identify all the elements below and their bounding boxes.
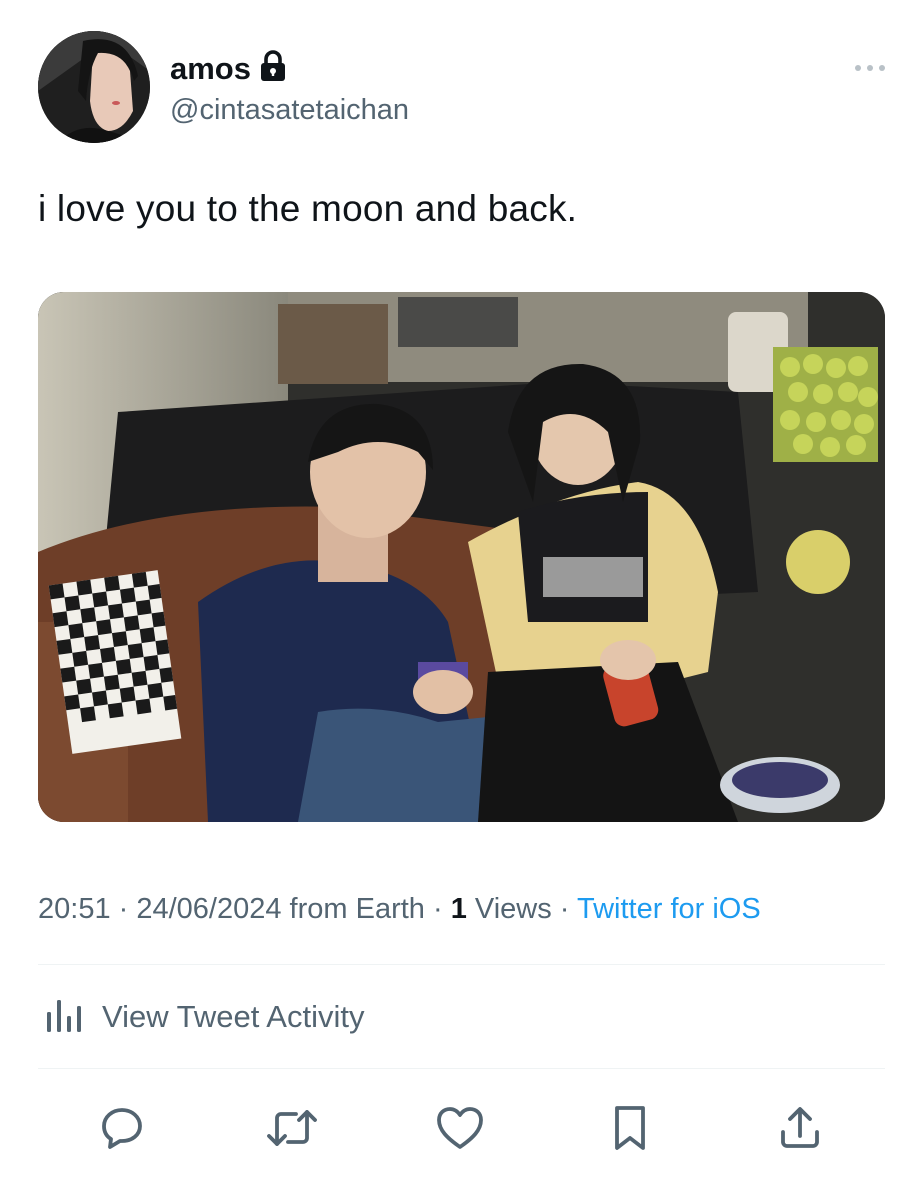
avatar-image [38, 31, 150, 143]
tweet-action-bar [0, 1100, 924, 1156]
meta-separator: · [424, 893, 451, 925]
tweet-meta: 20:51 · 24/06/2024 from Earth · 1 Views … [38, 893, 761, 926]
display-name[interactable]: amos [170, 51, 251, 87]
bookmark-icon [615, 1106, 645, 1150]
meta-separator: · [551, 893, 577, 925]
reply-icon [102, 1108, 142, 1149]
author-name-row: amos [170, 50, 287, 87]
divider [38, 1068, 885, 1069]
avatar[interactable] [38, 31, 150, 143]
more-options-icon[interactable] [852, 58, 888, 78]
tweet-photo[interactable] [38, 292, 885, 822]
photo-image [38, 292, 885, 822]
views-count: 1 [450, 893, 467, 925]
share-icon [781, 1107, 819, 1148]
lock-icon [259, 50, 287, 87]
bar-chart-icon [44, 996, 84, 1037]
tweet-source-link[interactable]: Twitter for iOS [577, 893, 761, 925]
views-label: Views [466, 893, 552, 925]
tweet-date: 24/06/2024 from Earth [136, 893, 425, 925]
share-button[interactable] [772, 1100, 828, 1156]
reply-button[interactable] [94, 1100, 150, 1156]
like-icon [437, 1107, 483, 1149]
retweet-icon [267, 1110, 317, 1146]
divider [38, 964, 885, 965]
bookmark-button[interactable] [602, 1100, 658, 1156]
meta-separator: · [110, 893, 137, 925]
view-tweet-activity-label: View Tweet Activity [102, 998, 365, 1034]
view-tweet-activity-button[interactable]: View Tweet Activity [44, 996, 364, 1037]
retweet-button[interactable] [264, 1100, 320, 1156]
tweet-text: i love you to the moon and back. [38, 188, 578, 229]
tweet-time: 20:51 [38, 893, 111, 925]
author-handle[interactable]: @cintasatetaichan [170, 94, 409, 127]
like-button[interactable] [432, 1100, 488, 1156]
